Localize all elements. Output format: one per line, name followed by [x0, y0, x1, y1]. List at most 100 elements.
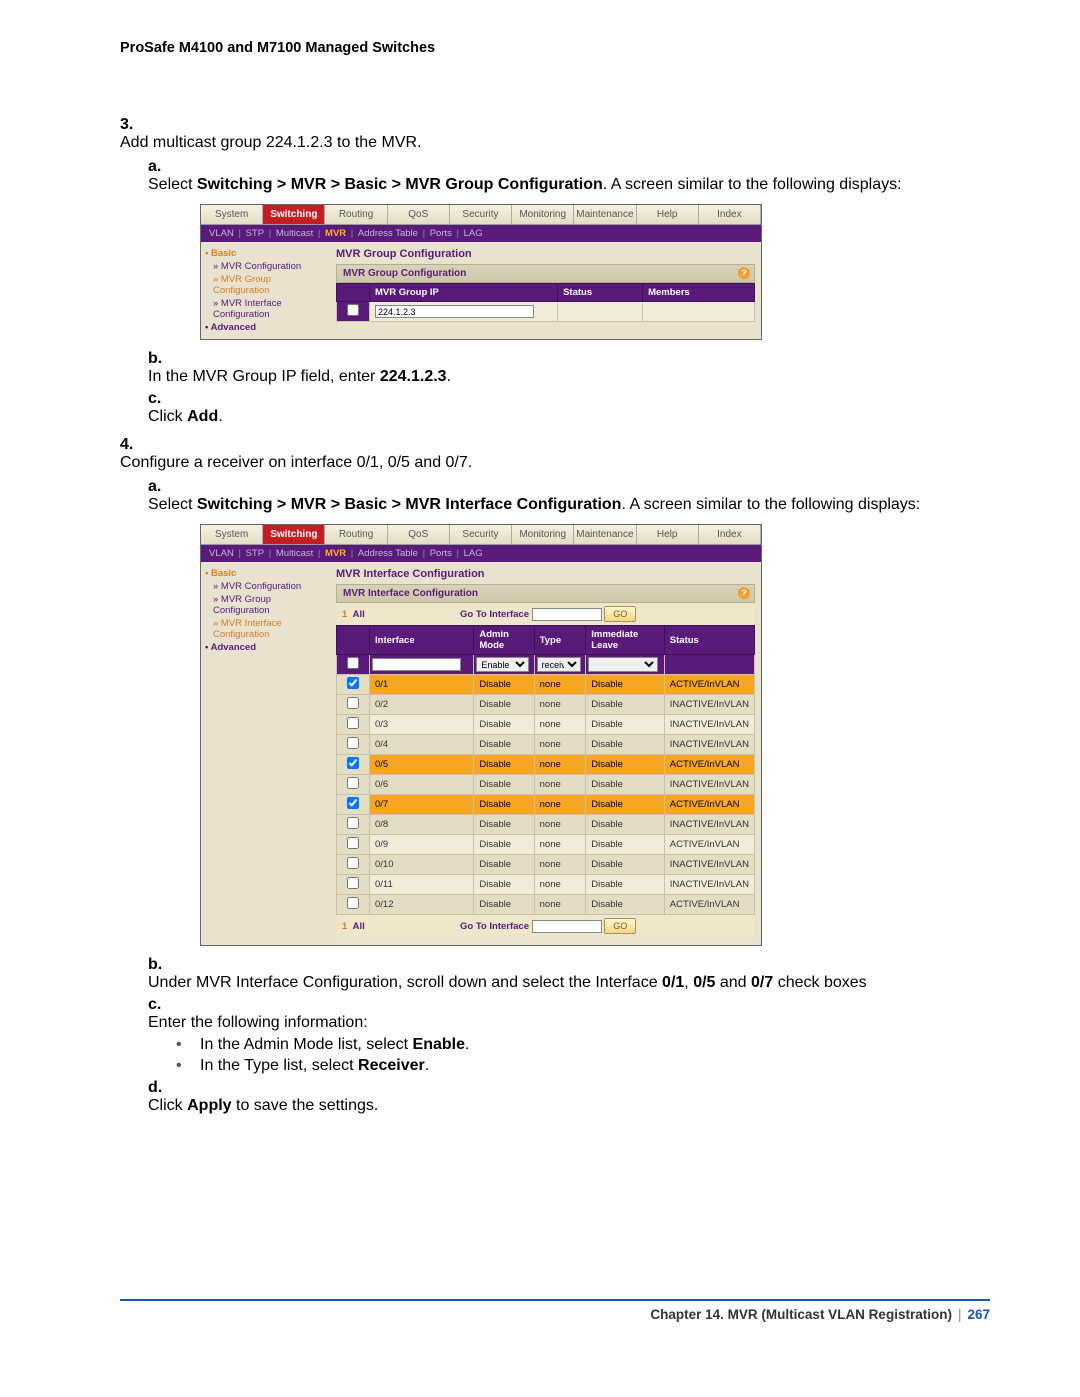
subnav-multicast[interactable]: Multicast	[276, 548, 313, 559]
sidebar-link[interactable]: » MVR Configuration	[213, 581, 330, 592]
sidebar-link[interactable]: » MVR Group Configuration	[213, 594, 330, 616]
row-checkbox[interactable]	[347, 737, 359, 749]
tab-security[interactable]: Security	[450, 205, 512, 224]
cell: 0/3	[370, 715, 474, 735]
goto-input[interactable]	[532, 608, 602, 621]
cell: ACTIVE/InVLAN	[664, 835, 754, 855]
admin-mode-select[interactable]: Enable	[476, 657, 529, 672]
sub-label: c.	[148, 996, 174, 1014]
goto-input[interactable]	[532, 920, 602, 933]
tab-routing[interactable]: Routing	[325, 525, 387, 544]
bullet: In the Type list, select Receiver.	[176, 1057, 958, 1075]
sidebar-link[interactable]: » MVR Interface Configuration	[213, 298, 330, 320]
row-checkbox[interactable]	[347, 897, 359, 909]
subnav-stp[interactable]: STP	[246, 228, 264, 239]
table-row: 0/11DisablenoneDisableINACTIVE/InVLAN	[337, 875, 755, 895]
sub-label: c.	[148, 390, 174, 408]
subnav-address-table[interactable]: Address Table	[358, 548, 418, 559]
immediate-leave-select[interactable]	[588, 657, 658, 672]
panel-title: MVR Group Configuration	[336, 248, 755, 260]
tab-security[interactable]: Security	[450, 525, 512, 544]
subnav-ports[interactable]: Ports	[430, 228, 452, 239]
tab-monitoring[interactable]: Monitoring	[512, 525, 574, 544]
subnav-ports[interactable]: Ports	[430, 548, 452, 559]
sidebar-category[interactable]: • Advanced	[205, 642, 330, 653]
help-icon[interactable]: ?	[738, 267, 750, 279]
cell: none	[534, 835, 586, 855]
tab-help[interactable]: Help	[637, 205, 699, 224]
subnav-vlan[interactable]: VLAN	[209, 548, 234, 559]
all-link[interactable]: All	[353, 921, 365, 932]
row-checkbox[interactable]	[347, 817, 359, 829]
subnav-lag[interactable]: LAG	[464, 228, 483, 239]
sidebar-link[interactable]: » MVR Interface Configuration	[213, 618, 330, 640]
subnav-address-table[interactable]: Address Table	[358, 228, 418, 239]
sidebar-link[interactable]: » MVR Configuration	[213, 261, 330, 272]
cell: none	[534, 795, 586, 815]
filter-interface-input[interactable]	[372, 658, 461, 671]
subnav-mvr[interactable]: MVR	[325, 548, 346, 559]
cell: Disable	[586, 755, 665, 775]
sidebar-category[interactable]: • Basic	[205, 568, 330, 579]
tab-qos[interactable]: QoS	[388, 525, 450, 544]
subnav-vlan[interactable]: VLAN	[209, 228, 234, 239]
tab-switching[interactable]: Switching	[263, 525, 325, 544]
row-checkbox[interactable]	[347, 797, 359, 809]
cell: none	[534, 815, 586, 835]
subnav-mvr[interactable]: MVR	[325, 228, 346, 239]
cell: none	[534, 715, 586, 735]
table-row: 0/10DisablenoneDisableINACTIVE/InVLAN	[337, 855, 755, 875]
subnav-multicast[interactable]: Multicast	[276, 228, 313, 239]
all-link[interactable]: All	[353, 609, 365, 620]
sidebar-link[interactable]: » MVR Group Configuration	[213, 274, 330, 296]
step-num: 3.	[120, 116, 148, 134]
subnav-lag[interactable]: LAG	[464, 548, 483, 559]
cell: Disable	[474, 795, 534, 815]
tab-index[interactable]: Index	[699, 205, 761, 224]
row-checkbox[interactable]	[347, 757, 359, 769]
table-row: 0/4DisablenoneDisableINACTIVE/InVLAN	[337, 735, 755, 755]
row-checkbox[interactable]	[347, 877, 359, 889]
tab-help[interactable]: Help	[637, 525, 699, 544]
help-icon[interactable]: ?	[738, 587, 750, 599]
tab-system[interactable]: System	[201, 205, 263, 224]
row-checkbox[interactable]	[347, 697, 359, 709]
cell: Disable	[586, 835, 665, 855]
table-row: 0/3DisablenoneDisableINACTIVE/InVLAN	[337, 715, 755, 735]
screenshot-mvr-interface: SystemSwitchingRoutingQoSSecurityMonitor…	[200, 524, 762, 946]
tab-maintenance[interactable]: Maintenance	[574, 525, 636, 544]
cell: Disable	[586, 735, 665, 755]
cell: Disable	[586, 715, 665, 735]
cell: 0/1	[370, 675, 474, 695]
type-select[interactable]: receiver	[537, 657, 581, 672]
cell: ACTIVE/InVLAN	[664, 795, 754, 815]
subnav-stp[interactable]: STP	[246, 548, 264, 559]
row-checkbox[interactable]	[347, 857, 359, 869]
sidebar-category[interactable]: • Basic	[205, 248, 330, 259]
cell: INACTIVE/InVLAN	[664, 855, 754, 875]
select-all-checkbox[interactable]	[347, 657, 359, 669]
row-checkbox[interactable]	[347, 777, 359, 789]
tab-index[interactable]: Index	[699, 525, 761, 544]
tab-maintenance[interactable]: Maintenance	[574, 205, 636, 224]
go-button[interactable]: GO	[604, 606, 636, 622]
cell: 0/10	[370, 855, 474, 875]
sidebar-category[interactable]: • Advanced	[205, 322, 330, 333]
go-button[interactable]: GO	[604, 918, 636, 934]
row-checkbox[interactable]	[347, 677, 359, 689]
tab-switching[interactable]: Switching	[263, 205, 325, 224]
tab-qos[interactable]: QoS	[388, 205, 450, 224]
tab-system[interactable]: System	[201, 525, 263, 544]
goto-label: Go To Interface	[460, 921, 529, 932]
row-checkbox[interactable]	[347, 837, 359, 849]
cell: 0/4	[370, 735, 474, 755]
cell: INACTIVE/InVLAN	[664, 735, 754, 755]
cell: 0/11	[370, 875, 474, 895]
cell: INACTIVE/InVLAN	[664, 775, 754, 795]
mvr-group-ip-input[interactable]	[375, 305, 534, 318]
cell: Disable	[474, 695, 534, 715]
row-checkbox[interactable]	[347, 717, 359, 729]
tab-routing[interactable]: Routing	[325, 205, 387, 224]
tab-monitoring[interactable]: Monitoring	[512, 205, 574, 224]
row-checkbox[interactable]	[347, 304, 359, 316]
